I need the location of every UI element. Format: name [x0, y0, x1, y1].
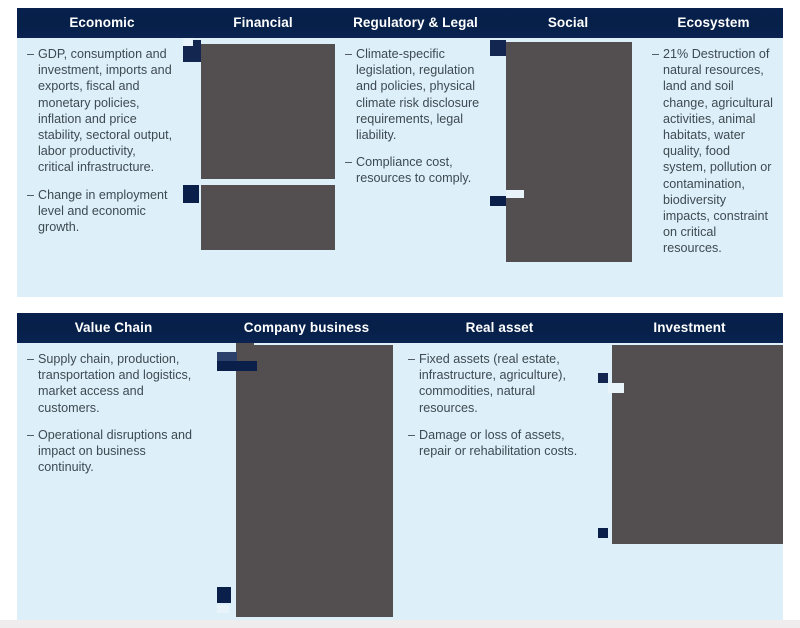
redaction-block-light	[506, 190, 524, 198]
redaction-block	[236, 343, 254, 351]
bullet-list-regulatory-legal: – Climate-specific legislation, regulatio…	[345, 46, 480, 187]
bullet-dash-icon: –	[27, 47, 35, 61]
list-item: – Change in employment level and economic…	[27, 187, 173, 236]
bullet-list-real-asset: – Fixed assets (real estate, infrastructu…	[408, 351, 588, 459]
bullet-text: 21% Destruction of natural resources, la…	[663, 47, 773, 256]
column-header-social: Social	[547, 15, 589, 30]
column-header-company-business: Company business	[243, 320, 370, 335]
redaction-block-navy	[490, 196, 506, 206]
bullet-text: Damage or loss of assets, repair or reha…	[419, 427, 578, 459]
column-cell-company-business	[211, 343, 398, 620]
redaction-block	[201, 185, 335, 250]
list-item: –21% Destruction of natural resources, l…	[652, 46, 773, 257]
bullet-text: Fixed assets (real estate, infrastructur…	[419, 352, 566, 415]
redaction-block-light	[608, 383, 624, 393]
redaction-block-navy	[598, 373, 608, 383]
list-item: – Operational disruptions and impact on b…	[27, 427, 201, 476]
column-cell-ecosystem: –21% Destruction of natural resources, l…	[642, 38, 783, 297]
bullet-text: Supply chain, production, transportation…	[38, 352, 192, 415]
column-header-investment: Investment	[653, 320, 726, 335]
bullet-dash-icon: –	[27, 187, 35, 202]
bullet-dash-icon: –	[345, 155, 353, 170]
column-cell-economic: – GDP, consumption and investment, import…	[17, 38, 183, 297]
list-item: – Climate-specific legislation, regulatio…	[345, 46, 480, 143]
redaction-block-navy	[598, 528, 608, 538]
column-cell-real-asset: – Fixed assets (real estate, infrastructu…	[398, 343, 598, 620]
column-cell-regulatory-legal: – Climate-specific legislation, regulatio…	[335, 38, 490, 297]
bullet-text: Compliance cost, resources to comply.	[356, 155, 472, 186]
column-header-economic: Economic	[69, 15, 135, 30]
redaction-block-navy	[217, 587, 231, 603]
column-header-regulatory-legal: Regulatory & Legal	[353, 15, 478, 30]
table-1-header-bar: Economic Financial Regulatory & Legal So…	[17, 8, 783, 38]
column-header-financial: Financial	[233, 15, 293, 30]
bullet-text: Change in employment level and economic …	[38, 187, 168, 235]
table-climate-risk-drivers: Economic Financial Regulatory & Legal So…	[17, 8, 783, 297]
bullet-list-value-chain: – Supply chain, production, transportatio…	[27, 351, 201, 475]
bullet-text: Operational disruptions and impact on bu…	[38, 427, 193, 475]
list-item: – Damage or loss of assets, repair or reh…	[408, 427, 588, 459]
column-cell-value-chain: – Supply chain, production, transportatio…	[17, 343, 211, 620]
bullet-dash-icon: –	[27, 427, 35, 442]
bullet-list-economic: – GDP, consumption and investment, import…	[27, 46, 173, 235]
redaction-block	[201, 44, 335, 179]
list-item: – Compliance cost, resources to comply.	[345, 154, 480, 186]
table-1-body: – GDP, consumption and investment, import…	[17, 38, 783, 297]
redaction-block	[623, 100, 632, 109]
bottom-strip	[0, 620, 800, 628]
column-header-real-asset: Real asset	[465, 320, 534, 335]
bullet-dash-icon: –	[408, 427, 416, 442]
redaction-block	[236, 345, 393, 617]
table-2-body: – Supply chain, production, transportatio…	[17, 343, 783, 620]
redaction-block-navy	[183, 185, 199, 203]
list-item: – Fixed assets (real estate, infrastructu…	[408, 351, 588, 416]
bullet-dash-icon: –	[652, 47, 660, 61]
table-2-header-bar: Value Chain Company business Real asset …	[17, 313, 783, 343]
list-item: – GDP, consumption and investment, import…	[27, 46, 173, 176]
table-climate-risk-exposures: Value Chain Company business Real asset …	[17, 313, 783, 620]
column-header-value-chain: Value Chain	[74, 320, 153, 335]
redaction-block-navy	[490, 40, 506, 56]
redaction-block	[506, 42, 632, 262]
bullet-dash-icon: –	[27, 352, 35, 366]
bullet-dash-icon: –	[408, 352, 416, 366]
redaction-block	[612, 345, 783, 544]
column-cell-social	[490, 38, 642, 297]
bullet-list-ecosystem: –21% Destruction of natural resources, l…	[652, 46, 773, 257]
column-header-ecosystem: Ecosystem	[677, 15, 750, 30]
column-cell-investment	[598, 343, 783, 620]
column-cell-financial	[183, 38, 335, 297]
redaction-block-light	[217, 605, 229, 613]
redaction-block-navy	[217, 361, 257, 371]
bullet-text: GDP, consumption and investment, imports…	[38, 47, 173, 175]
bullet-dash-icon: –	[345, 47, 353, 61]
bullet-text: Climate-specific legislation, regulation…	[356, 47, 480, 143]
redaction-block-light	[183, 38, 193, 46]
list-item: – Supply chain, production, transportatio…	[27, 351, 201, 416]
